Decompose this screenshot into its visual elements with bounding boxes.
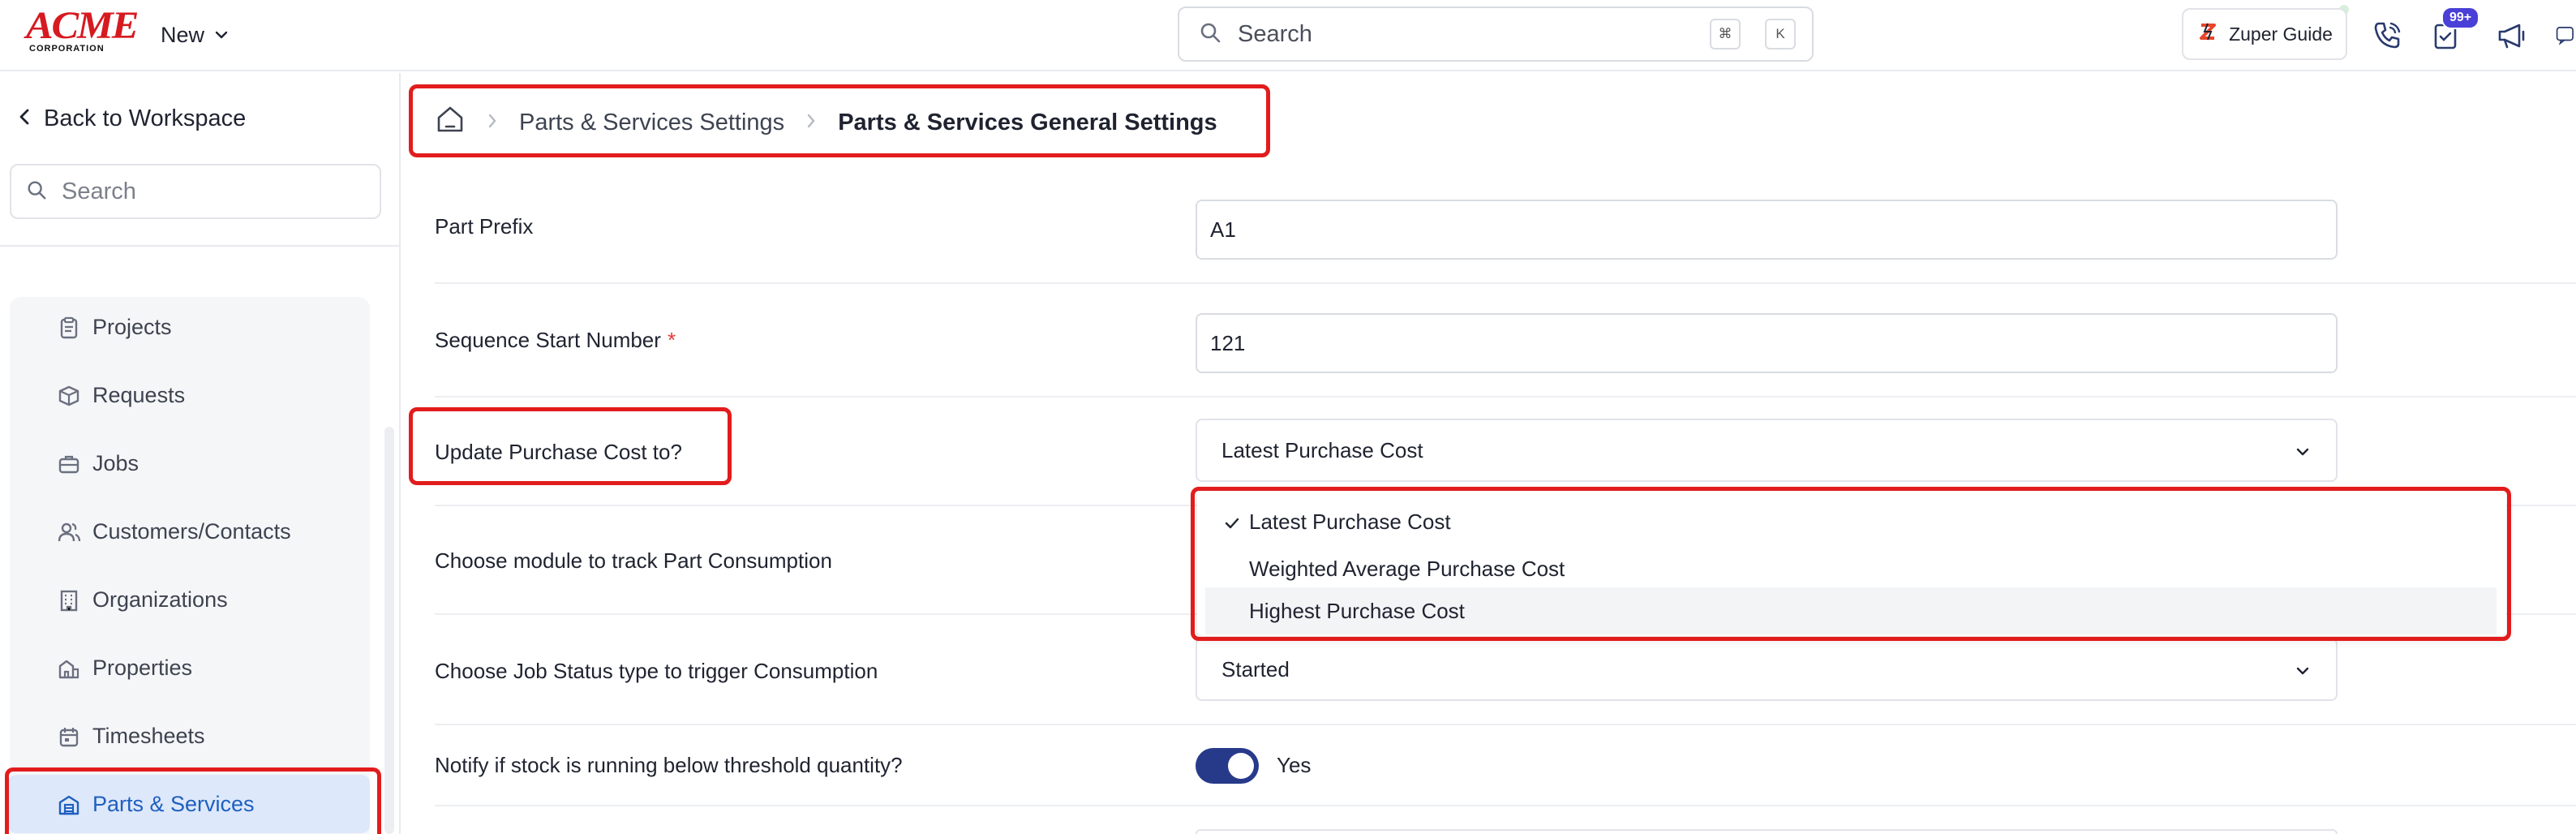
breadcrumb-current-page: Parts & Services General Settings bbox=[838, 109, 1217, 135]
row-divider bbox=[435, 282, 2576, 284]
building-icon bbox=[60, 590, 78, 612]
search-icon bbox=[26, 179, 47, 204]
zuper-guide-label: Zuper Guide bbox=[2229, 23, 2333, 45]
sidebar-item-label: Customers/Contacts bbox=[92, 518, 291, 544]
breadcrumb-parts-services-settings[interactable]: Parts & Services Settings bbox=[519, 110, 784, 136]
sidebar-search-input[interactable]: Search bbox=[10, 164, 381, 219]
sequence-start-input[interactable]: 121 bbox=[1196, 313, 2338, 373]
notify-threshold-label: Notify if stock is running below thresho… bbox=[435, 753, 903, 777]
purchase-cost-label: Update Purchase Cost to? bbox=[435, 440, 682, 464]
property-icon bbox=[58, 660, 79, 679]
megaphone-icon[interactable] bbox=[2493, 16, 2531, 54]
part-prefix-label: Part Prefix bbox=[435, 214, 534, 239]
briefcase-icon bbox=[58, 455, 79, 474]
package-icon bbox=[58, 385, 79, 406]
purchase-cost-select[interactable]: Latest Purchase Cost bbox=[1196, 419, 2338, 482]
acme-logo[interactable]: ACME CORPORATION bbox=[26, 6, 139, 55]
breadcrumb-separator-icon bbox=[487, 110, 498, 135]
sidebar-item-label: Projects bbox=[92, 314, 172, 339]
chevron-left-icon bbox=[18, 105, 31, 132]
back-to-workspace-link[interactable]: Back to Workspace bbox=[18, 105, 246, 132]
required-asterisk: * bbox=[667, 328, 676, 352]
dropdown-option-label: Highest Purchase Cost bbox=[1249, 598, 1465, 623]
row-divider bbox=[435, 396, 2576, 398]
dropdown-option-label: Weighted Average Purchase Cost bbox=[1249, 556, 1565, 581]
toggle-knob bbox=[1228, 753, 1254, 779]
purchase-cost-dropdown-menu: Latest Purchase Cost Weighted Average Pu… bbox=[1197, 492, 2506, 636]
new-button-label: New bbox=[161, 22, 205, 47]
sidebar-item-organizations[interactable]: Organizations bbox=[8, 570, 370, 629]
chevron-down-icon bbox=[214, 28, 229, 42]
sidebar-scrollbar[interactable] bbox=[384, 427, 394, 834]
sidebar-item-label: Parts & Services bbox=[92, 791, 255, 816]
top-bar: ACME CORPORATION New Search ⌘ K Zuper Gu… bbox=[0, 0, 2576, 71]
chevron-down-icon bbox=[2294, 660, 2312, 686]
notify-threshold-toggle[interactable] bbox=[1196, 748, 1259, 784]
sidebar-item-parts-services[interactable]: Parts & Services bbox=[8, 775, 370, 833]
sidebar-item-projects[interactable]: Projects bbox=[8, 298, 370, 356]
dropdown-option-latest[interactable]: Latest Purchase Cost bbox=[1205, 498, 2497, 545]
sidebar-divider bbox=[0, 245, 399, 247]
breadcrumb: Parts & Services Settings Parts & Servic… bbox=[435, 104, 1217, 141]
part-prefix-input[interactable]: A1 bbox=[1196, 200, 2338, 260]
search-placeholder: Search bbox=[1238, 20, 1312, 47]
notification-badge: 99+ bbox=[2441, 6, 2480, 29]
row-divider bbox=[435, 805, 2576, 806]
sidebar-item-label: Requests bbox=[92, 382, 186, 407]
calendar-icon bbox=[59, 728, 79, 747]
chat-icon[interactable] bbox=[2555, 16, 2576, 54]
chevron-down-icon bbox=[2294, 441, 2312, 466]
next-field-partial[interactable] bbox=[1196, 829, 2338, 834]
zuper-guide-button[interactable]: Zuper Guide bbox=[2182, 8, 2347, 60]
job-status-label: Choose Job Status type to trigger Consum… bbox=[435, 659, 878, 683]
sidebar-item-timesheets[interactable]: Timesheets bbox=[8, 707, 370, 765]
check-icon bbox=[1223, 513, 1241, 538]
sidebar-item-label: Organizations bbox=[92, 587, 228, 612]
sidebar-item-customers-contacts[interactable]: Customers/Contacts bbox=[8, 502, 370, 561]
phone-icon[interactable] bbox=[2368, 16, 2406, 54]
sidebar-item-jobs[interactable]: Jobs bbox=[8, 434, 370, 492]
sidebar-item-label: Jobs bbox=[92, 450, 140, 475]
logo-wordmark: ACME bbox=[26, 4, 139, 47]
sidebar-item-label: Timesheets bbox=[92, 723, 205, 748]
clipboard-icon bbox=[60, 316, 78, 339]
zuper-logo-icon bbox=[2196, 20, 2219, 48]
module-tracking-label: Choose module to track Part Consumption bbox=[435, 548, 832, 573]
sequence-start-label-text: Sequence Start Number bbox=[435, 328, 661, 352]
purchase-cost-selected-value: Latest Purchase Cost bbox=[1221, 437, 1423, 462]
kbd-cmd-key: ⌘ bbox=[1710, 19, 1741, 49]
users-icon bbox=[58, 522, 81, 542]
dropdown-option-weighted-average[interactable]: Weighted Average Purchase Cost bbox=[1205, 545, 2497, 592]
back-to-workspace-label: Back to Workspace bbox=[44, 105, 247, 131]
row-divider bbox=[435, 724, 2576, 725]
sidebar: Back to Workspace Search Projects Reques… bbox=[0, 73, 401, 834]
sidebar-item-label: Properties bbox=[92, 655, 193, 680]
job-status-selected-value: Started bbox=[1221, 656, 1290, 681]
dropdown-option-highest[interactable]: Highest Purchase Cost bbox=[1205, 587, 2497, 634]
notify-threshold-value: Yes bbox=[1277, 753, 1312, 777]
breadcrumb-separator-icon bbox=[805, 110, 817, 135]
search-icon bbox=[1199, 21, 1221, 48]
sidebar-item-properties[interactable]: Properties bbox=[8, 638, 370, 697]
sidebar-search-placeholder: Search bbox=[62, 178, 136, 204]
dropdown-option-label: Latest Purchase Cost bbox=[1249, 509, 1451, 534]
kbd-k-key: K bbox=[1765, 19, 1796, 49]
global-search-input[interactable]: Search ⌘ K bbox=[1178, 6, 1814, 62]
home-icon[interactable] bbox=[435, 104, 466, 141]
new-button[interactable]: New bbox=[161, 19, 229, 50]
sequence-start-label: Sequence Start Number * bbox=[435, 328, 676, 353]
job-status-select[interactable]: Started bbox=[1196, 638, 2338, 701]
warehouse-icon bbox=[58, 795, 79, 815]
sidebar-item-requests[interactable]: Requests bbox=[8, 366, 370, 424]
